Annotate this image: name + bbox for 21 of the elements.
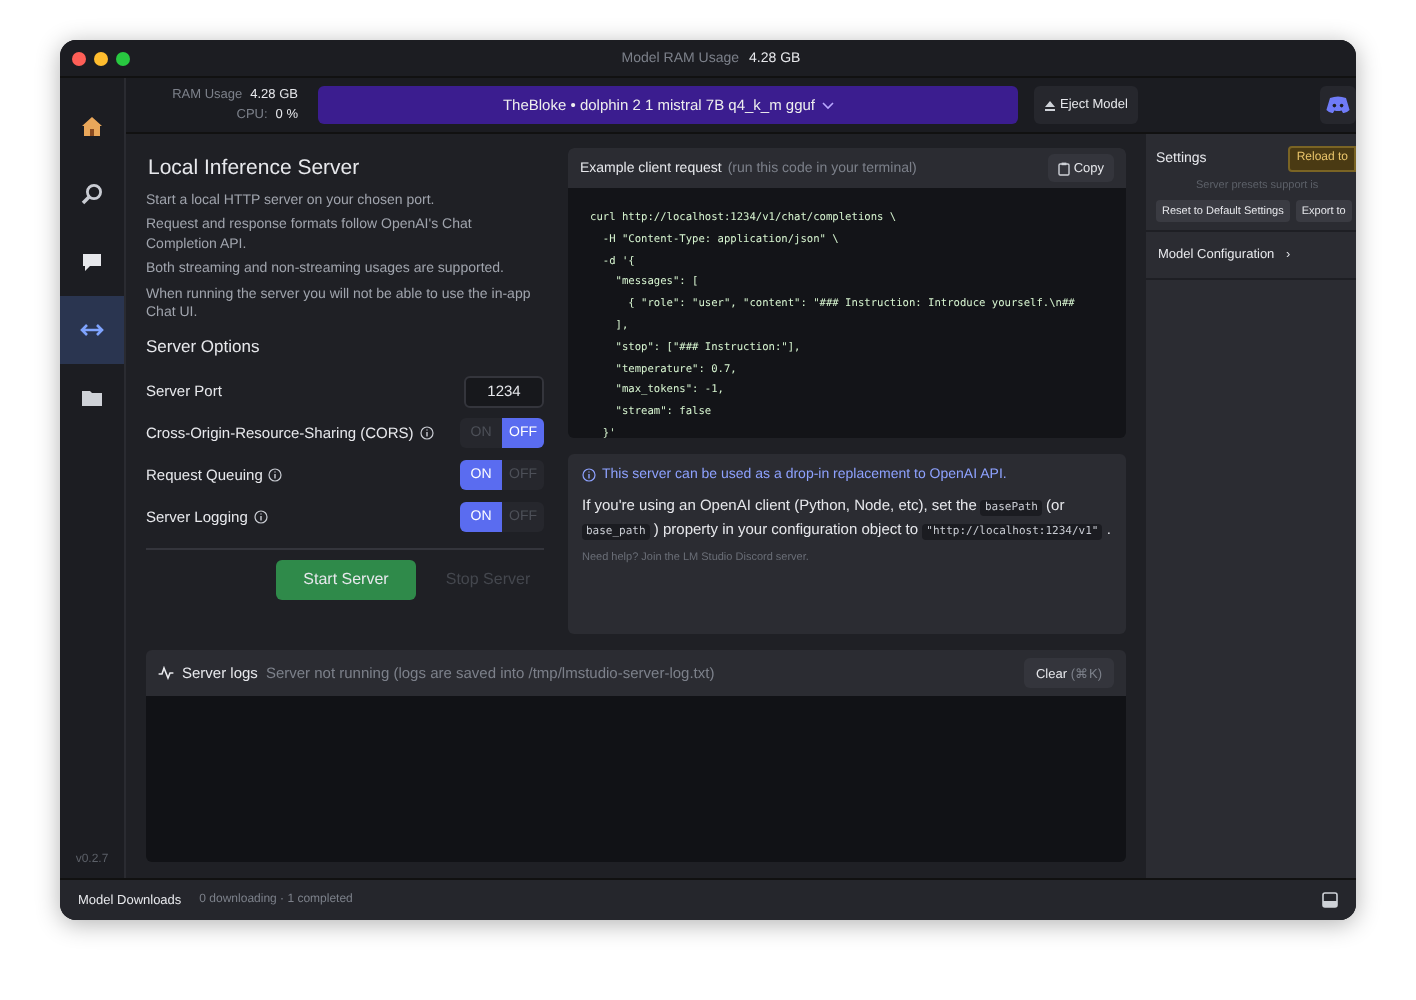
zoom-button[interactable] <box>116 51 130 65</box>
info-icon <box>419 426 434 441</box>
page-title: Local Inference Server <box>148 156 362 180</box>
search-icon <box>80 182 104 206</box>
info-icon <box>268 468 283 483</box>
minimize-button[interactable] <box>94 51 108 65</box>
clipboard-icon <box>1057 161 1070 175</box>
section-title: Server Options <box>146 335 262 356</box>
info-icon <box>582 468 596 482</box>
chat-bubble-icon <box>80 250 104 274</box>
start-server-button[interactable]: Start Server <box>276 559 416 600</box>
activity-icon <box>158 666 174 680</box>
panel-icon[interactable] <box>1322 892 1338 908</box>
home-icon <box>80 114 104 138</box>
chevron-down-icon <box>821 101 834 109</box>
close-button[interactable] <box>72 51 86 65</box>
info-icon <box>253 510 268 525</box>
community-button[interactable] <box>1320 86 1356 124</box>
eject-icon <box>1044 99 1056 111</box>
gamepad-icon <box>1326 96 1350 114</box>
folder-icon <box>80 386 104 410</box>
